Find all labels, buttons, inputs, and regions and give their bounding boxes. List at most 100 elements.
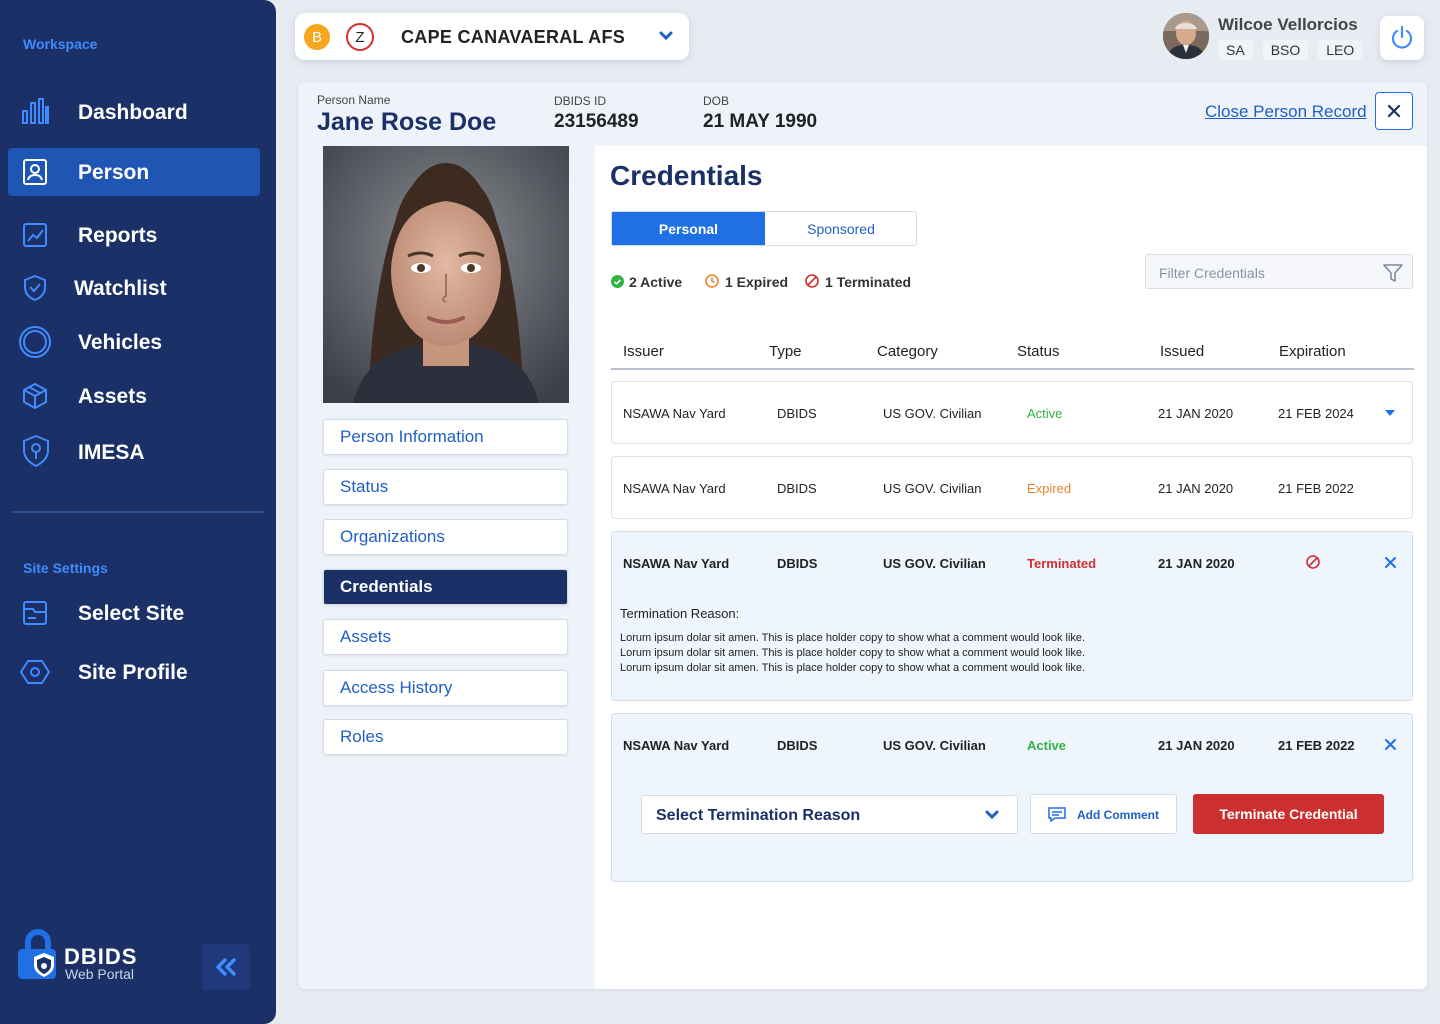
table-row-expanded[interactable]: NSAWA Nav Yard DBIDS US GOV. Civilian Ac…	[611, 713, 1413, 882]
power-icon	[1391, 25, 1413, 49]
col-expiration[interactable]: Expiration	[1279, 343, 1346, 360]
cell-category: US GOV. Civilian	[883, 738, 986, 753]
cell-issuer: NSAWA Nav Yard	[623, 738, 730, 753]
menu-access-history[interactable]: Access History	[323, 670, 568, 706]
close-icon[interactable]	[1384, 556, 1397, 569]
termination-comment-line: Lorum ipsum dolar sit amen. This is plac…	[620, 662, 1086, 674]
cell-status-active: Active	[1027, 406, 1063, 421]
close-icon[interactable]	[1384, 738, 1397, 751]
active-count: 2 Active	[629, 274, 683, 290]
person-name: Jane Rose Doe	[317, 108, 497, 136]
nav-label: Dashboard	[78, 101, 188, 124]
cell-type: DBIDS	[777, 406, 817, 421]
menu-person-information[interactable]: Person Information	[323, 419, 568, 455]
site-selector[interactable]: B Z CAPE CANAVAERAL AFS	[295, 13, 689, 60]
dbids-id: 23156489	[554, 111, 639, 132]
table-row[interactable]: NSAWA Nav Yard DBIDS US GOV. Civilian Ex…	[611, 456, 1413, 519]
menu-credentials[interactable]: Credentials	[323, 569, 568, 605]
collapse-sidebar-button[interactable]	[202, 944, 250, 990]
nav-site-profile[interactable]: Site Profile	[8, 648, 260, 696]
nav-label: Reports	[78, 224, 158, 247]
cell-issuer: NSAWA Nav Yard	[623, 481, 726, 496]
clock-icon	[705, 274, 719, 288]
nav-vehicles[interactable]: Vehicles	[8, 318, 260, 366]
col-type[interactable]: Type	[769, 343, 802, 360]
box-icon	[23, 382, 47, 410]
nav-label: Person	[78, 161, 150, 184]
close-person-record-link[interactable]: Close Person Record	[1205, 102, 1367, 122]
credentials-title: Credentials	[610, 160, 763, 191]
logo-subtitle: Web Portal	[65, 966, 134, 982]
menu-organizations[interactable]: Organizations	[323, 519, 568, 555]
cell-type: DBIDS	[777, 738, 818, 753]
terminate-credential-button[interactable]: Terminate Credential	[1193, 794, 1384, 834]
nav-watchlist[interactable]: Watchlist	[8, 264, 260, 312]
cell-category: US GOV. Civilian	[883, 406, 982, 421]
role-badge: LEO	[1318, 40, 1363, 60]
termination-reason-select[interactable]: Select Termination Reason	[641, 795, 1018, 834]
nav-label: Site Profile	[78, 661, 188, 684]
filter-icon[interactable]	[1382, 262, 1404, 284]
cell-status-active: Active	[1027, 738, 1067, 753]
tab-personal[interactable]: Personal	[612, 212, 765, 245]
person-photo	[323, 146, 569, 403]
prohibited-icon	[1306, 555, 1320, 569]
role-badge: BSO	[1262, 40, 1309, 60]
user-avatar[interactable]	[1163, 13, 1209, 59]
site-name: CAPE CANAVAERAL AFS	[401, 27, 626, 47]
cell-issued: 21 JAN 2020	[1158, 738, 1235, 753]
nav-dashboard[interactable]: Dashboard	[8, 88, 260, 136]
wheel-icon	[19, 326, 51, 358]
site-badge-z: Z	[346, 23, 374, 51]
cell-category: US GOV. Civilian	[883, 556, 986, 571]
comment-icon	[1048, 807, 1066, 823]
col-status[interactable]: Status	[1017, 343, 1060, 360]
bar-chart-icon	[22, 98, 49, 124]
close-record-button[interactable]	[1375, 92, 1413, 130]
caret-down-icon[interactable]	[1385, 410, 1395, 417]
close-icon	[1387, 104, 1401, 118]
trend-chart-icon	[23, 223, 47, 247]
table-row-expanded[interactable]: NSAWA Nav Yard DBIDS US GOV. Civilian Te…	[611, 531, 1413, 701]
role-badge: SA	[1218, 40, 1253, 60]
col-issued[interactable]: Issued	[1160, 343, 1204, 360]
col-category[interactable]: Category	[877, 343, 938, 360]
cell-expiration: 21 FEB 2024	[1278, 406, 1354, 421]
person-name-label: Person Name	[317, 93, 391, 107]
dbids-id-label: DBIDS ID	[554, 94, 607, 108]
nav-person[interactable]: Person	[8, 148, 260, 196]
credentials-tabs: Personal Sponsored	[611, 211, 917, 246]
col-issuer[interactable]: Issuer	[623, 343, 664, 360]
chevron-down-icon	[985, 810, 999, 820]
dob-label: DOB	[703, 94, 730, 108]
select-placeholder: Select Termination Reason	[656, 807, 861, 824]
filter-credentials-input[interactable]: Filter Credentials	[1145, 254, 1413, 289]
user-name: Wilcoe Vellorcios	[1218, 15, 1358, 34]
cell-issued: 21 JAN 2020	[1158, 406, 1234, 421]
cell-status-expired: Expired	[1027, 481, 1072, 496]
shield-pin-icon	[23, 434, 49, 468]
cell-category: US GOV. Civilian	[883, 481, 982, 496]
nav-label: Assets	[78, 385, 147, 408]
menu-roles[interactable]: Roles	[323, 719, 568, 755]
nav-reports[interactable]: Reports	[8, 211, 260, 259]
site-settings-label: Site Settings	[23, 560, 108, 576]
nav-select-site[interactable]: Select Site	[8, 589, 260, 637]
menu-status[interactable]: Status	[323, 469, 568, 505]
logout-button[interactable]	[1380, 16, 1424, 60]
nav-imesa[interactable]: IMESA	[8, 428, 260, 476]
menu-assets[interactable]: Assets	[323, 619, 568, 655]
termination-comment-line: Lorum ipsum dolar sit amen. This is plac…	[620, 647, 1086, 659]
cell-expiration: 21 FEB 2022	[1278, 738, 1355, 753]
termination-comment-line: Lorum ipsum dolar sit amen. This is plac…	[620, 632, 1086, 644]
tab-sponsored[interactable]: Sponsored	[765, 212, 917, 245]
table-row[interactable]: NSAWA Nav Yard DBIDS US GOV. Civilian Ac…	[611, 381, 1413, 444]
add-comment-button[interactable]: Add Comment	[1030, 794, 1177, 834]
terminated-count: 1 Terminated	[825, 274, 912, 290]
sidebar: Workspace Dashboard Person Reports Watch…	[0, 0, 276, 1024]
cell-issuer: NSAWA Nav Yard	[623, 556, 730, 571]
expired-count: 1 Expired	[725, 274, 789, 290]
nav-assets[interactable]: Assets	[8, 372, 260, 420]
dbids-logo-icon	[18, 929, 56, 979]
cell-type: DBIDS	[777, 556, 818, 571]
